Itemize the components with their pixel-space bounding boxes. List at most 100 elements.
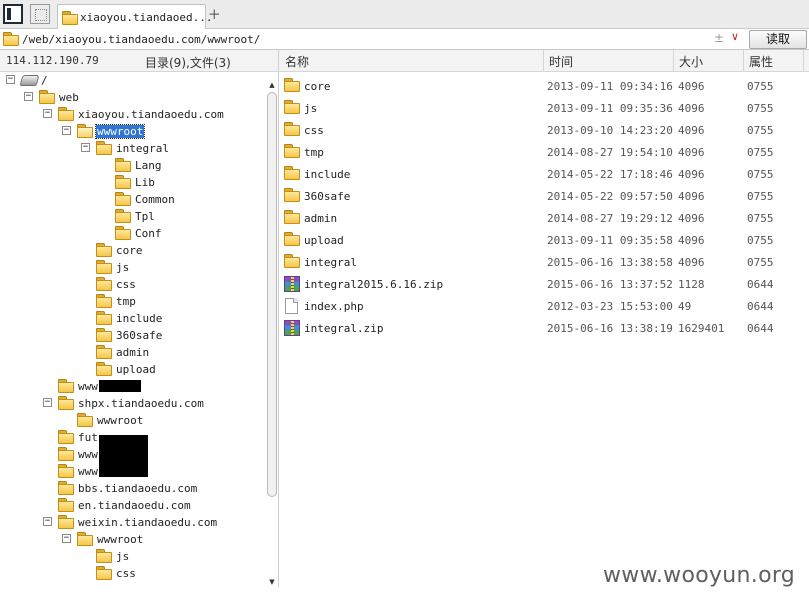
scroll-down-arrow-icon[interactable]: ▼ [266, 577, 278, 587]
collapse-toggle[interactable]: − [43, 398, 52, 407]
collapse-toggle[interactable]: − [24, 92, 33, 101]
file-attr: 0755 [747, 168, 774, 181]
file-name: index.php [304, 300, 364, 313]
folder-icon [58, 379, 74, 393]
tree-item-label: bbs.tiandaoedu.com [78, 482, 198, 495]
column-header-size[interactable]: 大小 [679, 53, 703, 70]
status-strip [0, 587, 809, 606]
tree-item-label: en.tiandaoedu.com [78, 499, 191, 512]
file-name: tmp [304, 146, 324, 159]
tree-item-label: Lib [135, 176, 155, 189]
file-attr: 0755 [747, 256, 774, 269]
folder-icon [96, 260, 112, 274]
file-row[interactable]: integral 2015-06-16 13:38:58 4096 0755 [279, 251, 809, 273]
server-ip: 114.112.190.79 [6, 54, 99, 67]
folder-icon [96, 243, 112, 257]
tree-item-label: include [116, 312, 163, 325]
file-row[interactable]: upload 2013-09-11 09:35:58 4096 0755 [279, 229, 809, 251]
folder-icon [115, 158, 131, 172]
tab-bar: xiaoyou.tiandaoed... + [0, 0, 809, 29]
column-divider[interactable] [543, 50, 544, 71]
file-row[interactable]: css 2013-09-10 14:23:20 4096 0755 [279, 119, 809, 141]
panel-toggle-button[interactable] [3, 4, 23, 24]
file-size: 4096 [678, 168, 705, 181]
tree-item-label: Common [135, 193, 175, 206]
file-row[interactable]: include 2014-05-22 17:18:46 4096 0755 [279, 163, 809, 185]
file-attr: 0755 [747, 80, 774, 93]
tree-item-label: upload [116, 363, 156, 376]
tree-item-label: integral [116, 142, 169, 155]
file-size: 4096 [678, 146, 705, 159]
tree-item-label: css [116, 567, 136, 580]
file-time: 2015-06-16 13:37:52 [547, 278, 673, 291]
collapse-toggle[interactable]: − [81, 143, 90, 152]
tree-header: 114.112.190.79 目录(9),文件(3) [0, 50, 279, 72]
folder-icon [96, 277, 112, 291]
folder-icon [58, 430, 74, 444]
read-button[interactable]: 读取 [749, 30, 807, 49]
file-row[interactable]: index.php 2012-03-23 15:53:00 49 0644 [279, 295, 809, 317]
scrollbar-thumb[interactable] [267, 92, 277, 497]
collapse-toggle[interactable]: − [62, 534, 71, 543]
folder-icon [284, 254, 300, 268]
file-list-header: 名称 时间 大小 属性 [279, 50, 809, 72]
scroll-up-arrow-icon[interactable]: ▲ [266, 80, 278, 90]
file-row[interactable]: tmp 2014-08-27 19:54:10 4096 0755 [279, 141, 809, 163]
collapse-toggle[interactable]: − [62, 126, 71, 135]
file-row[interactable]: admin 2014-08-27 19:29:12 4096 0755 [279, 207, 809, 229]
tree-item-label: web [59, 91, 79, 104]
column-header-time[interactable]: 时间 [549, 53, 573, 70]
file-attr: 0755 [747, 102, 774, 115]
tree-scrollbar[interactable]: ▲ ▼ [266, 80, 278, 587]
folder-icon [96, 345, 112, 359]
layout-button[interactable] [30, 4, 50, 24]
file-size: 4096 [678, 190, 705, 203]
file-name: admin [304, 212, 338, 225]
collapse-toggle[interactable]: − [6, 75, 15, 84]
file-attr: 0755 [747, 234, 774, 247]
file-size: 4096 [678, 256, 705, 269]
file-row[interactable]: js 2013-09-11 09:35:36 4096 0755 [279, 97, 809, 119]
column-divider[interactable] [803, 50, 804, 71]
file-attr: 0755 [747, 146, 774, 159]
file-row[interactable]: integral.zip 2015-06-16 13:38:19 1629401… [279, 317, 809, 339]
file-size: 1629401 [678, 322, 725, 335]
folder-icon [96, 294, 112, 308]
folder-icon [96, 328, 112, 342]
file-name: integral2015.6.16.zip [304, 278, 444, 291]
folder-icon [96, 566, 112, 580]
file-size: 4096 [678, 234, 705, 247]
column-divider[interactable] [743, 50, 744, 71]
file-row[interactable]: core 2013-09-11 09:34:16 4096 0755 [279, 75, 809, 97]
folder-icon [284, 232, 300, 246]
add-tab-button[interactable]: + [208, 5, 221, 23]
file-time: 2012-03-23 15:53:00 [547, 300, 673, 313]
file-size: 1128 [678, 278, 705, 291]
zip-archive-icon [284, 320, 300, 336]
redaction-box [99, 435, 148, 477]
folder-icon [77, 532, 93, 546]
folder-icon [284, 78, 300, 92]
file-size: 4096 [678, 80, 705, 93]
file-row[interactable]: 360safe 2014-05-22 09:57:50 4096 0755 [279, 185, 809, 207]
plus-minus-icon[interactable]: ± [714, 31, 724, 45]
folder-icon [115, 192, 131, 206]
column-divider[interactable] [673, 50, 674, 71]
tree-item-label: tmp [116, 295, 136, 308]
folder-icon [96, 311, 112, 325]
file-attr: 0755 [747, 124, 774, 137]
collapse-toggle[interactable]: − [43, 517, 52, 526]
folder-icon [77, 413, 93, 427]
folder-icon [284, 210, 300, 224]
file-time: 2013-09-11 09:34:16 [547, 80, 673, 93]
folder-icon [39, 90, 55, 104]
tree-item-label: admin [116, 346, 150, 359]
file-row[interactable]: integral2015.6.16.zip 2015-06-16 13:37:5… [279, 273, 809, 295]
chevron-down-icon[interactable]: ∨ [731, 30, 739, 43]
collapse-toggle[interactable]: − [43, 109, 52, 118]
tab-xiaoyou[interactable]: xiaoyou.tiandaoed... [57, 4, 212, 29]
column-header-name[interactable]: 名称 [285, 53, 309, 70]
path-input[interactable]: /web/xiaoyou.tiandaoedu.com/wwwroot/ [22, 33, 260, 46]
folder-icon [96, 362, 112, 376]
column-header-attr[interactable]: 属性 [749, 53, 773, 70]
